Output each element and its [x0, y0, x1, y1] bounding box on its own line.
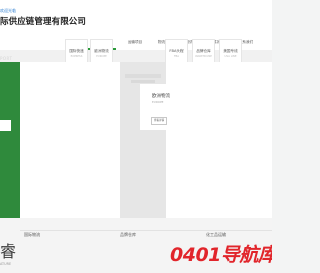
slide-placeholder-line	[131, 80, 155, 83]
service-subtitle: USA LINE	[224, 55, 237, 58]
nav-item-transport[interactable]: 运输项目	[121, 38, 149, 47]
service-subtitle: EXPRESS	[70, 55, 83, 58]
company-name[interactable]: 际供应链管理有限公司	[0, 15, 86, 27]
lower-item-international[interactable]: 国际物流	[24, 232, 40, 238]
service-subtitle: WAREHOUSE	[195, 55, 212, 58]
watermark-text: 0401导航库	[170, 244, 272, 266]
slide-placeholder-line	[125, 74, 161, 78]
service-title: 美国专线	[223, 49, 238, 53]
lower-divider	[20, 230, 272, 231]
watermark-logo: 0401导航库	[168, 243, 272, 268]
news-title[interactable]: 欧洲物流	[152, 93, 170, 99]
service-subtitle: EUROPE	[96, 55, 107, 58]
side-panel-marker	[0, 120, 11, 131]
service-subtitle: FBA	[173, 55, 180, 58]
news-subtitle: EUROPE	[152, 100, 164, 104]
page: 欢迎光临 际供应链管理有限公司 网站首页 运输项目 物流专线 物流资讯 成功案例…	[0, 0, 272, 273]
lower-item-warehouse[interactable]: 品牌仓库	[120, 232, 136, 238]
service-title: FBA头程	[169, 49, 184, 53]
bottom-subtitle: ATURE	[0, 262, 12, 266]
header-tagline: 欢迎光临	[0, 8, 16, 13]
hero-ghost-text: PORT	[0, 56, 13, 61]
service-title: 品牌仓库	[196, 49, 211, 53]
lower-item-chemical[interactable]: 化工品运输	[206, 232, 226, 238]
view-details-button[interactable]: 查看详情	[151, 117, 167, 125]
service-title: 国际快递	[69, 49, 84, 53]
green-side-panel	[0, 62, 20, 218]
service-title: 欧洲物流	[94, 49, 109, 53]
bottom-heading-glyph: 睿	[0, 242, 17, 261]
